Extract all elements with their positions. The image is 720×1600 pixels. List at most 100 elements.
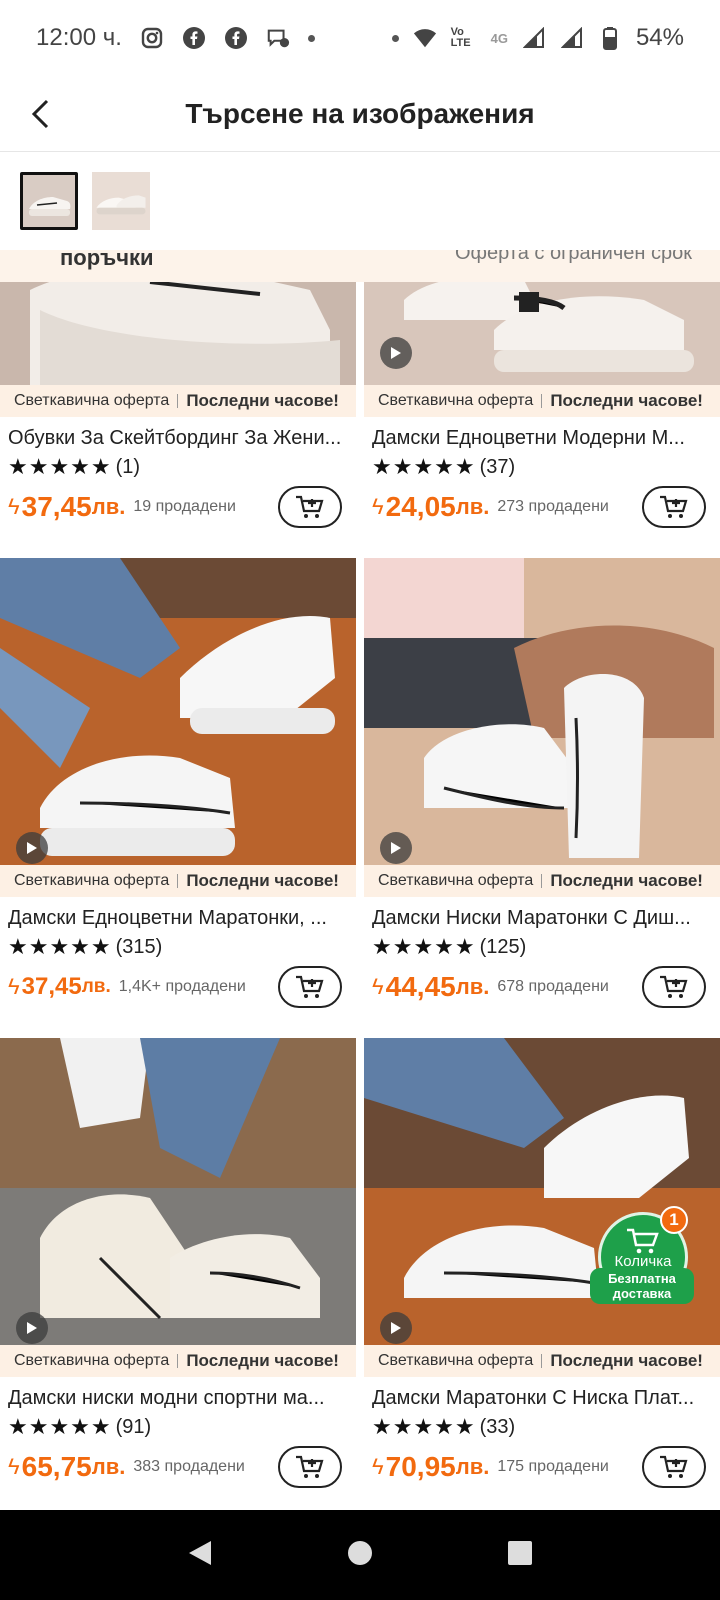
sold-count: 383 продадени <box>133 1458 245 1475</box>
product-rating: ★★★★★ (33) <box>364 1410 720 1440</box>
cart-label: Количка <box>614 1252 672 1270</box>
back-nav-button[interactable] <box>187 1539 213 1572</box>
price-row: ϟ 37,45 лв. 1,4K+ продадени <box>0 960 356 1008</box>
circle-home-icon <box>348 1540 372 1565</box>
flash-deal-tag: Последни часове! <box>186 871 339 890</box>
add-to-cart-button[interactable] <box>278 1446 342 1488</box>
price-currency: лв. <box>81 976 111 997</box>
flash-deal-tag: Последни часове! <box>186 391 339 410</box>
separator <box>541 1354 543 1368</box>
notification-dot-icon <box>391 34 399 42</box>
product-title[interactable]: Дамски ниски модни спортни ма... <box>0 1377 356 1410</box>
product-card[interactable]: Светкавична оферта Последни часове! Дамс… <box>364 385 720 528</box>
separator <box>541 394 543 408</box>
product-image[interactable] <box>0 1038 356 1360</box>
video-play-button[interactable] <box>16 1312 48 1344</box>
price-currency: лв. <box>91 494 126 519</box>
flash-deal-strip: Светкавична оферта Последни часове! <box>364 865 720 897</box>
product-card[interactable]: Светкавична оферта Последни часове! Дамс… <box>0 865 356 1008</box>
product-title[interactable]: Дамски Едноцветни Маратонки, ... <box>0 897 356 930</box>
sneaker-image <box>0 1038 356 1360</box>
shoe-thumbnail-image <box>23 175 75 227</box>
product-title[interactable]: Дамски Едноцветни Модерни М... <box>364 417 720 450</box>
flash-deal-tag: Последни часове! <box>550 1351 703 1370</box>
product-grid: поръчки Оферта с ограничен срок Светкави… <box>0 250 720 1510</box>
video-play-button[interactable] <box>16 832 48 864</box>
play-icon <box>391 1322 401 1334</box>
video-play-button[interactable] <box>380 1312 412 1344</box>
flash-bolt-icon: ϟ <box>372 974 384 999</box>
back-button[interactable] <box>22 96 58 132</box>
signal-icon <box>560 26 584 50</box>
star-rating-icon: ★★★★★ <box>372 454 476 479</box>
separator <box>177 394 179 408</box>
star-rating-icon: ★★★★★ <box>8 454 112 479</box>
product-card[interactable]: Светкавична оферта Последни часове! Дамс… <box>0 1345 356 1488</box>
search-image-thumbnails <box>0 160 720 242</box>
add-to-cart-icon <box>296 1455 324 1478</box>
wifi-icon <box>413 26 437 50</box>
product-image[interactable] <box>364 558 720 880</box>
floating-cart-button[interactable]: Количка 1 Безплатна доставка <box>590 1206 694 1316</box>
search-thumbnail-selected[interactable] <box>20 172 78 230</box>
product-card[interactable]: Светкавична оферта Последни часове! Дамс… <box>364 1345 720 1488</box>
video-play-button[interactable] <box>380 832 412 864</box>
status-bar: 12:00 ч. Vo LTE 4G 54% <box>0 0 720 76</box>
free-shipping-label: Безплатна доставка <box>590 1268 694 1304</box>
rating-count: (33) <box>479 1415 516 1438</box>
add-to-cart-icon <box>660 495 688 518</box>
product-image[interactable] <box>0 558 356 880</box>
add-to-cart-button[interactable] <box>642 966 706 1008</box>
flash-deal-tag: Последни часове! <box>186 1351 339 1370</box>
notification-dot-icon <box>307 34 315 42</box>
add-to-cart-button[interactable] <box>642 1446 706 1488</box>
add-to-cart-button[interactable] <box>278 966 342 1008</box>
price-row: ϟ 44,45 лв. 678 продадени <box>364 960 720 1008</box>
video-play-button[interactable] <box>380 337 412 369</box>
flash-deal-strip: Светкавична оферта Последни часове! <box>0 1345 356 1377</box>
cart-icon <box>627 1228 659 1253</box>
product-title[interactable]: Дамски Ниски Маратонки С Диш... <box>364 897 720 930</box>
price-currency: лв. <box>91 1454 126 1479</box>
add-to-cart-button[interactable] <box>642 486 706 528</box>
product-card[interactable]: Светкавична оферта Последни часове! Дамс… <box>364 865 720 1008</box>
separator <box>177 1354 179 1368</box>
home-nav-button[interactable] <box>347 1540 373 1571</box>
app-header: Търсене на изображения <box>0 76 720 152</box>
rating-count: (91) <box>115 1415 152 1438</box>
triangle-back-icon <box>189 1540 211 1565</box>
product-card[interactable]: Светкавична оферта Последни часове! Обув… <box>0 385 356 528</box>
flash-bolt-icon: ϟ <box>8 1454 20 1479</box>
rating-count: (1) <box>115 455 141 478</box>
play-icon <box>27 1322 37 1334</box>
recents-nav-button[interactable] <box>507 1540 533 1571</box>
rating-count: (125) <box>479 935 527 958</box>
product-rating: ★★★★★ (1) <box>0 450 356 480</box>
facebook-icon <box>182 26 206 50</box>
product-title[interactable]: Обувки За Скейтбординг За Жени... <box>0 417 356 450</box>
product-rating: ★★★★★ (37) <box>364 450 720 480</box>
rating-count: (315) <box>115 935 163 958</box>
search-thumbnail[interactable] <box>92 172 150 230</box>
flash-deal-strip: Светкавична оферта Последни часове! <box>0 865 356 897</box>
add-to-cart-icon <box>296 975 324 998</box>
product-rating: ★★★★★ (125) <box>364 930 720 960</box>
product-price: 37,45 <box>21 491 92 522</box>
shoe-thumbnail-image <box>92 172 150 230</box>
price-row: ϟ 70,95 лв. 175 продадени <box>364 1440 720 1488</box>
add-to-cart-button[interactable] <box>278 486 342 528</box>
separator <box>541 874 543 888</box>
price-currency: лв. <box>455 1454 490 1479</box>
rating-count: (37) <box>479 455 516 478</box>
product-price: 44,45 <box>385 971 456 1002</box>
product-title[interactable]: Дамски Маратонки С Ниска Плат... <box>364 1377 720 1410</box>
facebook-icon <box>224 26 248 50</box>
flash-deal-label: Светкавична оферта <box>378 392 534 409</box>
play-icon <box>391 347 401 359</box>
banner-right-text: Оферта с ограничен срок <box>454 250 692 264</box>
instagram-icon <box>140 26 164 50</box>
status-time: 12:00 ч. <box>36 24 122 51</box>
flash-bolt-icon: ϟ <box>372 1454 384 1479</box>
flash-deal-tag: Последни часове! <box>550 391 703 410</box>
price-currency: лв. <box>455 494 490 519</box>
